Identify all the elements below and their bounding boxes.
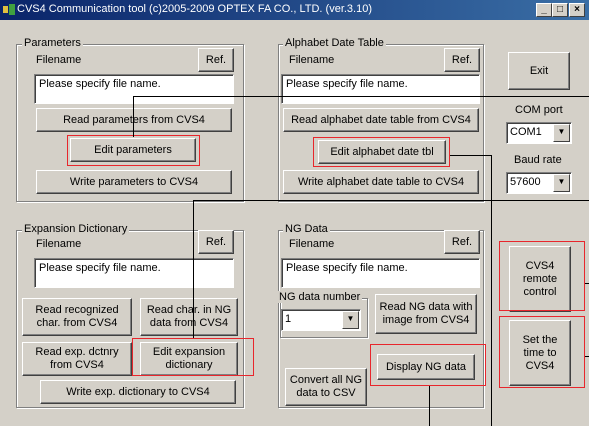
read-ng-image-button[interactable]: Read NG data with image from CVS4 bbox=[375, 294, 477, 334]
ng-data-filename-label: Filename bbox=[289, 238, 335, 250]
convert-ng-csv-button[interactable]: Convert all NG data to CSV bbox=[285, 368, 367, 406]
window-title: CVS4 Communication tool (c)2005-2009 OPT… bbox=[17, 3, 372, 15]
write-parameters-button[interactable]: Write parameters to CVS4 bbox=[36, 170, 232, 194]
ng-number-select[interactable]: 1 ▼ bbox=[281, 309, 361, 331]
annotation-line bbox=[193, 200, 589, 201]
read-parameters-button[interactable]: Read parameters from CVS4 bbox=[36, 108, 232, 132]
parameters-ref-button[interactable]: Ref. bbox=[198, 48, 234, 72]
annotation-line bbox=[491, 155, 492, 426]
exit-button[interactable]: Exit bbox=[508, 52, 570, 90]
com-port-select[interactable]: COM1 ▼ bbox=[506, 122, 572, 144]
expansion-filename-label: Filename bbox=[36, 238, 82, 250]
annotation-line bbox=[429, 386, 430, 426]
alphabet-filename-label: Filename bbox=[289, 54, 335, 66]
app-icon bbox=[3, 4, 15, 15]
ng-data-legend: NG Data bbox=[283, 223, 330, 235]
annotation-line bbox=[133, 96, 134, 137]
write-dictionary-button[interactable]: Write exp. dictionary to CVS4 bbox=[40, 380, 236, 404]
com-port-value: COM1 bbox=[510, 126, 542, 138]
expansion-filename-input[interactable]: Please specify file name. bbox=[34, 258, 234, 288]
ng-data-ref-button[interactable]: Ref. bbox=[444, 230, 480, 254]
close-button[interactable]: × bbox=[569, 3, 585, 17]
expansion-ref-button[interactable]: Ref. bbox=[198, 230, 234, 254]
annotation-line bbox=[450, 155, 492, 156]
edit-parameters-highlight bbox=[67, 135, 200, 166]
ng-data-filename-input[interactable]: Please specify file name. bbox=[281, 258, 480, 288]
read-recognized-button[interactable]: Read recognized char. from CVS4 bbox=[22, 298, 132, 336]
chevron-down-icon[interactable]: ▼ bbox=[553, 174, 570, 192]
alphabet-ref-button[interactable]: Ref. bbox=[444, 48, 480, 72]
annotation-line bbox=[133, 96, 589, 97]
write-alphabet-button[interactable]: Write alphabet date table to CVS4 bbox=[283, 170, 479, 194]
edit-alphabet-highlight bbox=[313, 137, 450, 167]
minimize-button[interactable]: _ bbox=[536, 3, 552, 17]
com-port-label: COM port bbox=[515, 104, 563, 116]
annotation-line bbox=[193, 200, 194, 338]
parameters-legend: Parameters bbox=[22, 37, 83, 49]
read-alphabet-button[interactable]: Read alphabet date table from CVS4 bbox=[283, 108, 479, 132]
read-dictionary-button[interactable]: Read exp. dctnry from CVS4 bbox=[22, 342, 132, 376]
annotation-line bbox=[585, 356, 589, 357]
ng-number-legend: NG data number bbox=[277, 291, 363, 303]
maximize-button[interactable]: □ bbox=[552, 3, 568, 17]
parameters-filename-label: Filename bbox=[36, 54, 82, 66]
baud-rate-value: 57600 bbox=[510, 176, 541, 188]
ng-number-value: 1 bbox=[285, 313, 292, 325]
alphabet-filename-input[interactable]: Please specify file name. bbox=[281, 74, 480, 104]
annotation-line bbox=[585, 283, 589, 284]
baud-rate-select[interactable]: 57600 ▼ bbox=[506, 172, 572, 194]
set-time-highlight bbox=[499, 316, 585, 388]
expansion-legend: Expansion Dictionary bbox=[22, 223, 130, 235]
chevron-down-icon[interactable]: ▼ bbox=[553, 124, 570, 142]
read-ng-char-button[interactable]: Read char. in NG data from CVS4 bbox=[140, 298, 238, 336]
edit-expansion-highlight bbox=[132, 338, 254, 376]
remote-control-highlight bbox=[499, 241, 585, 311]
baud-rate-label: Baud rate bbox=[514, 154, 562, 166]
chevron-down-icon[interactable]: ▼ bbox=[342, 311, 359, 329]
display-ng-highlight bbox=[370, 344, 486, 386]
alphabet-legend: Alphabet Date Table bbox=[283, 37, 386, 49]
parameters-filename-input[interactable]: Please specify file name. bbox=[34, 74, 234, 104]
